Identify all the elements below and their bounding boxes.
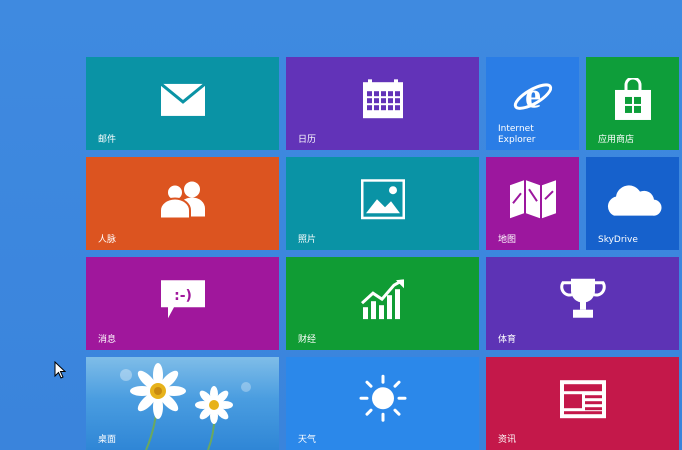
trophy-icon	[559, 278, 606, 318]
calendar-icon	[362, 78, 403, 118]
internet-explorer-icon: e	[513, 75, 552, 115]
tile-skydrive[interactable]: SkyDrive	[586, 157, 679, 250]
newspaper-icon	[559, 379, 606, 418]
photo-icon	[360, 178, 405, 219]
tile-messaging[interactable]: :-) 消息	[86, 257, 279, 350]
tile-label: 桌面	[98, 435, 117, 445]
tile-sports[interactable]: 体育	[486, 257, 679, 350]
map-icon	[509, 179, 556, 218]
tile-label: 照片	[298, 235, 317, 245]
mouse-pointer-icon	[54, 361, 66, 379]
sun-icon	[359, 374, 406, 422]
people-icon	[158, 180, 205, 218]
tile-label: Internet Explorer	[498, 124, 536, 145]
tile-label: 人脉	[98, 235, 117, 245]
tile-label: 消息	[98, 335, 117, 345]
start-screen: 邮件 日历 e Internet Explorer 应用商店 人脉 照片 地图 …	[0, 0, 682, 450]
tile-desktop[interactable]: 桌面	[86, 357, 279, 450]
tile-label: 天气	[298, 435, 317, 445]
tile-calendar[interactable]: 日历	[286, 57, 479, 150]
tile-label: 日历	[298, 135, 317, 145]
tile-label: 财经	[298, 335, 317, 345]
tile-internet-explorer[interactable]: e Internet Explorer	[486, 57, 579, 150]
chart-up-icon	[360, 278, 404, 319]
tile-label: 应用商店	[598, 135, 635, 145]
envelope-icon	[159, 82, 206, 116]
chat-bubble-icon: :-)	[160, 279, 205, 318]
tile-people[interactable]: 人脉	[86, 157, 279, 250]
tile-weather[interactable]: 天气	[286, 357, 479, 450]
tile-maps[interactable]: 地图	[486, 157, 579, 250]
tile-label: 资讯	[498, 435, 517, 445]
store-bag-icon	[614, 77, 651, 120]
svg-text::-): :-)	[174, 288, 192, 304]
tile-label: SkyDrive	[598, 235, 638, 245]
cloud-icon	[607, 184, 662, 216]
tile-news[interactable]: 资讯	[486, 357, 679, 450]
tile-label: 体育	[498, 335, 517, 345]
tile-label: 地图	[498, 235, 517, 245]
tile-photos[interactable]: 照片	[286, 157, 479, 250]
tile-label: 邮件	[98, 135, 117, 145]
svg-text:e: e	[525, 75, 541, 115]
tile-store[interactable]: 应用商店	[586, 57, 679, 150]
tile-mail[interactable]: 邮件	[86, 57, 279, 150]
tile-finance[interactable]: 财经	[286, 257, 479, 350]
